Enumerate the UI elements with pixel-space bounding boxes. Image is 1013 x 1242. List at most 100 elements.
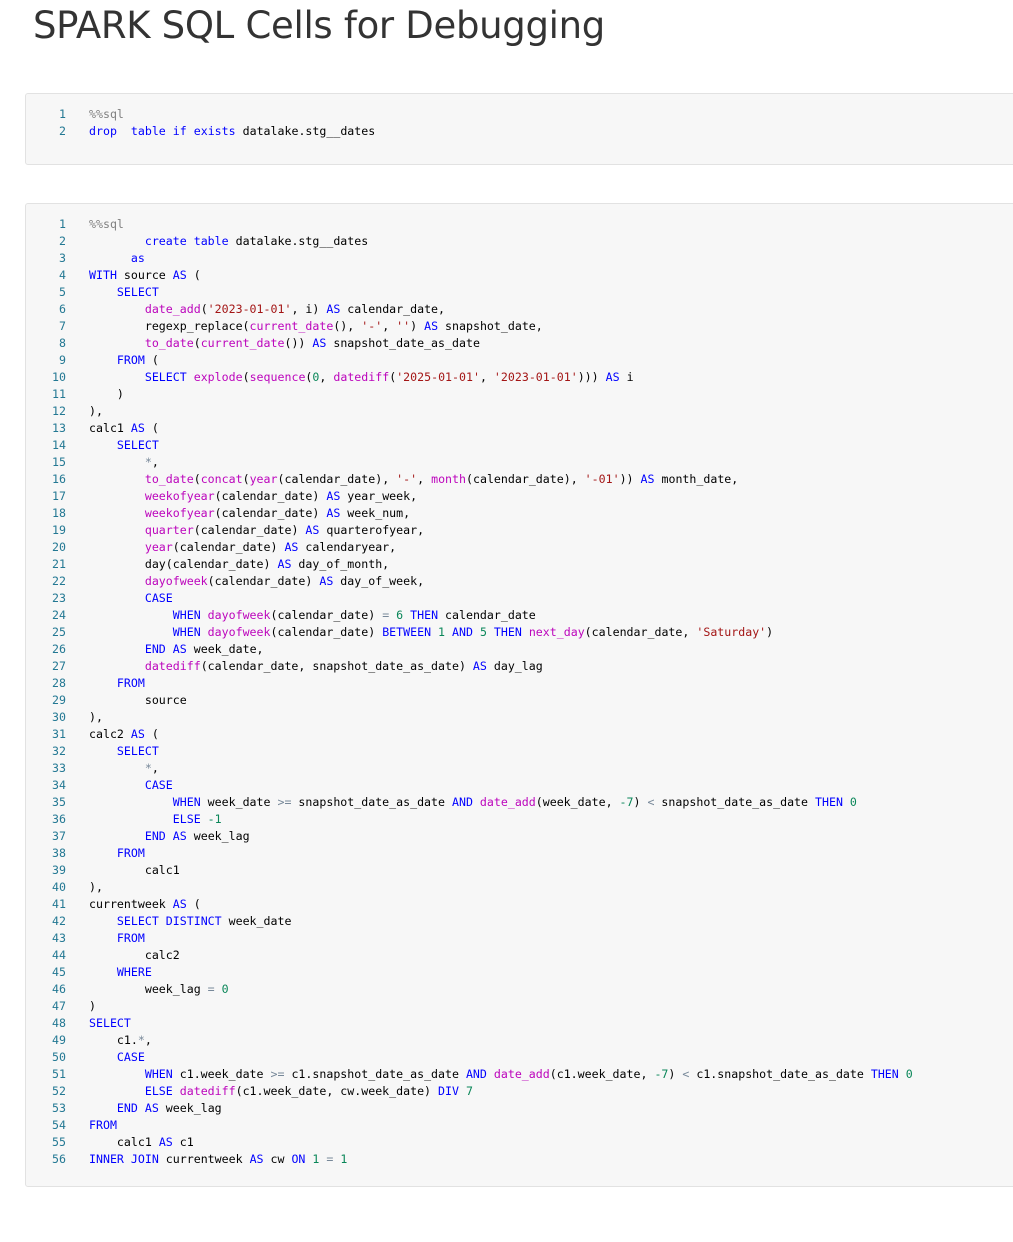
code-token: %%sql: [89, 107, 124, 121]
code-line: 16 to_date(concat(year(calendar_date), '…: [26, 471, 913, 488]
line-number: 25: [52, 625, 66, 639]
code-token: (: [144, 727, 159, 741]
line-number: 40: [52, 880, 66, 894]
code-line: 19 quarter(calendar_date) AS quarterofye…: [26, 522, 913, 539]
line-number: 48: [52, 1016, 66, 1030]
code-token: ),: [89, 880, 103, 894]
line-number: 1: [59, 217, 66, 231]
code-line: 5 SELECT: [26, 284, 913, 301]
code-token: WHEN: [144, 1067, 173, 1081]
code-token: END: [144, 829, 166, 843]
code-line: 29 source: [26, 692, 913, 709]
line-number: 10: [52, 370, 66, 384]
code-token: (: [186, 268, 201, 282]
code-token: ,: [319, 370, 334, 384]
code-token: ,: [151, 455, 159, 469]
page-title: SPARK SQL Cells for Debugging: [33, 4, 605, 47]
code-token: JOIN: [130, 1152, 159, 1166]
code-line: 41 currentweek AS (: [26, 896, 913, 913]
line-number: 53: [52, 1101, 66, 1115]
code-cell-create-table[interactable]: 1 %%sql 2 create table datalake.stg__dates…: [25, 203, 1013, 1187]
code-token: (calendar_date),: [277, 472, 397, 486]
code-token: (calendar_date): [270, 608, 383, 622]
code-token: END: [144, 642, 166, 656]
code-token: '': [396, 319, 411, 333]
code-token: WHEN: [172, 795, 201, 809]
code-line: 30),: [26, 709, 913, 726]
code-token: 1: [438, 625, 446, 639]
code-token: (c1.week_date,: [549, 1067, 655, 1081]
line-number: 24: [52, 608, 66, 622]
code-line: 35 WHEN week_date >= snapshot_date_as_da…: [26, 794, 913, 811]
code-token: AS: [172, 829, 187, 843]
line-number: 29: [52, 693, 66, 707]
code-line: 54 FROM: [26, 1117, 913, 1134]
code-line: 27 datediff(calendar_date, snapshot_date…: [26, 658, 913, 675]
code-line: 24 WHEN dayofweek(calendar_date) = 6 THE…: [26, 607, 913, 624]
code-line: 44 calc2: [26, 947, 913, 964]
code-token: c1.: [89, 1033, 138, 1047]
code-editor[interactable]: 1 %%sql 2 drop table if exists datalake.stg…: [26, 106, 375, 140]
code-token: ),: [89, 710, 103, 724]
code-token: THEN: [410, 608, 439, 622]
code-token: if: [172, 124, 187, 138]
code-token: c1.snapshot_date_as_date: [284, 1067, 466, 1081]
code-token: week_lag: [89, 982, 208, 996]
code-token: ),: [89, 404, 103, 418]
code-token: AS: [158, 1135, 173, 1149]
line-number: 38: [52, 846, 66, 860]
code-token: ,: [417, 472, 432, 486]
code-line: 56 INNER JOIN currentweek AS cw ON 1 = 1: [26, 1151, 913, 1168]
code-token: ): [89, 999, 96, 1013]
code-line: 43 FROM: [26, 930, 913, 947]
code-token: c1.week_date: [172, 1067, 271, 1081]
line-number: 16: [52, 472, 66, 486]
line-number: 34: [52, 778, 66, 792]
code-token: (: [242, 370, 250, 384]
code-token: END: [116, 1101, 138, 1115]
code-token: (: [144, 421, 159, 435]
line-number: 1: [59, 107, 66, 121]
code-token: week_lag: [158, 1101, 222, 1115]
code-token: week_date,: [186, 642, 264, 656]
code-token: SELECT: [116, 744, 159, 758]
code-token: AS: [172, 897, 187, 911]
code-token: calendar_date,: [340, 302, 446, 316]
code-token: calendaryear,: [298, 540, 397, 554]
code-token: THEN: [815, 795, 843, 809]
code-line: 12),: [26, 403, 913, 420]
code-token: calc2: [89, 948, 180, 962]
line-number: 17: [52, 489, 66, 503]
code-token: INNER: [89, 1152, 124, 1166]
line-number: 21: [52, 557, 66, 571]
code-token: (calendar_date): [207, 574, 320, 588]
code-token: (: [200, 302, 208, 316]
code-token: current_date: [200, 336, 285, 350]
code-editor[interactable]: 1 %%sql 2 create table datalake.stg__dates…: [26, 216, 913, 1168]
line-number: 41: [52, 897, 66, 911]
code-token: WHEN: [172, 608, 201, 622]
code-line: 13 calc1 AS (: [26, 420, 913, 437]
code-token: calendar_date: [438, 608, 536, 622]
code-token: year_week,: [340, 489, 418, 503]
code-token: AS: [605, 370, 620, 384]
code-token: week_date: [200, 795, 278, 809]
code-line: 21 day(calendar_date) AS day_of_month,: [26, 556, 913, 573]
code-token: snapshot_date,: [438, 319, 543, 333]
code-cell-drop-table[interactable]: 1 %%sql 2 drop table if exists datalake.stg…: [25, 93, 1013, 165]
code-token: source: [89, 693, 187, 707]
code-token: as: [130, 251, 145, 265]
